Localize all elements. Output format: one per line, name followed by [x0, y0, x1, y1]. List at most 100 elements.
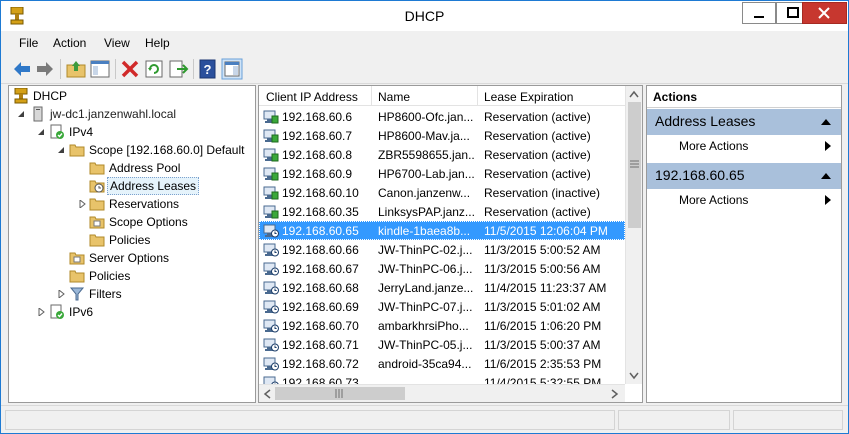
cell-name: JerryLand.janze... — [378, 281, 474, 295]
back-arrow-icon[interactable] — [11, 58, 33, 80]
lease-icon — [263, 262, 279, 276]
submenu-arrow-icon — [825, 141, 831, 151]
folder-options-icon — [69, 252, 85, 265]
more-actions-address-leases[interactable]: More Actions — [647, 136, 841, 156]
toolbar: ? — [1, 54, 848, 84]
menu-file[interactable]: File — [19, 36, 38, 50]
collapsed-arrow-icon[interactable] — [79, 200, 86, 208]
title-bar: DHCP — [1, 1, 848, 31]
focus-rectangle — [259, 221, 625, 240]
tree-item-address-pool[interactable]: Address Pool — [13, 159, 253, 177]
vertical-scrollbar[interactable] — [625, 86, 642, 384]
table-row[interactable]: 192.168.60.65 kindle-1baea8b... 11/5/2015 … — [259, 221, 625, 240]
folder-options-icon — [89, 216, 105, 229]
column-divider[interactable] — [477, 86, 478, 106]
scroll-right-icon[interactable] — [611, 389, 619, 399]
close-icon — [818, 7, 830, 19]
toolbar-separator — [60, 59, 61, 79]
refresh-icon[interactable] — [143, 58, 165, 80]
collapse-section-icon[interactable] — [821, 173, 831, 179]
cell-lease-expiration: 11/3/2015 5:00:52 AM — [484, 243, 601, 257]
menu-view[interactable]: View — [104, 36, 130, 50]
window-title: DHCP — [404, 8, 445, 24]
cell-client-ip: 192.168.60.7 — [282, 129, 353, 143]
cell-lease-expiration: 11/6/2015 2:35:53 PM — [484, 357, 602, 371]
tree-item-address-leases[interactable]: Address Leases — [13, 177, 253, 195]
menu-action[interactable]: Action — [53, 36, 86, 50]
tree-item-policies[interactable]: Policies — [13, 267, 253, 285]
submenu-arrow-icon — [825, 195, 831, 205]
expanded-arrow-icon[interactable] — [38, 128, 45, 136]
collapsed-arrow-icon[interactable] — [58, 290, 65, 298]
tree-item-ipv4[interactable]: IPv4 — [13, 123, 253, 141]
expanded-arrow-icon[interactable] — [18, 110, 25, 118]
scroll-up-icon[interactable] — [629, 90, 639, 98]
column-name[interactable]: Name — [378, 90, 410, 104]
status-cell — [618, 410, 730, 430]
horizontal-scrollbar[interactable] — [259, 384, 625, 402]
tree-item-scope-options[interactable]: Scope Options — [13, 213, 253, 231]
help-icon[interactable]: ? — [197, 58, 219, 80]
column-divider[interactable] — [371, 86, 372, 106]
column-lease-expiration[interactable]: Lease Expiration — [484, 90, 573, 104]
tree-item-server[interactable]: jw-dc1.janzenwahl.local — [13, 105, 253, 123]
scroll-down-icon[interactable] — [629, 372, 639, 380]
delete-icon[interactable] — [119, 58, 141, 80]
cell-name: JW-ThinPC-06.j... — [378, 262, 473, 276]
up-folder-icon[interactable] — [65, 58, 87, 80]
actions-section-selected-lease[interactable]: 192.168.60.65 — [647, 163, 841, 189]
lease-list: Client IP Address Name Lease Expiration … — [258, 85, 643, 403]
tree-item-reservations[interactable]: Reservations — [13, 195, 253, 213]
table-row[interactable]: 192.168.60.68 JerryLand.janze... 11/4/2015… — [259, 278, 625, 297]
actions-section-address-leases[interactable]: Address Leases — [647, 109, 841, 135]
lease-icon — [263, 243, 279, 257]
tree-label: Policies — [89, 269, 131, 283]
expanded-arrow-icon[interactable] — [58, 146, 65, 154]
scroll-left-icon[interactable] — [263, 389, 271, 399]
tree-item-scope[interactable]: Scope [192.168.60.0] Default — [13, 141, 253, 159]
tree-item-filters[interactable]: Filters — [13, 285, 253, 303]
horizontal-scroll-thumb[interactable] — [275, 387, 405, 400]
close-button[interactable] — [802, 2, 847, 24]
forward-arrow-icon[interactable] — [34, 58, 56, 80]
lease-icon — [263, 338, 279, 352]
tree-item-server-options[interactable]: Server Options — [13, 249, 253, 267]
reservation-icon — [263, 186, 279, 200]
table-row[interactable]: 192.168.60.35 LinksysPAP.janz... Reservati… — [259, 202, 625, 221]
table-row[interactable]: 192.168.60.9 HP6700-Lab.jan... Reservation… — [259, 164, 625, 183]
table-row[interactable]: 192.168.60.72 android-35ca94... 11/6/2015 … — [259, 354, 625, 373]
tree-item-dhcp[interactable]: DHCP — [13, 87, 253, 105]
table-row[interactable]: 192.168.60.10 Canon.janzenw... Reservation… — [259, 183, 625, 202]
actions-pane: Actions Address Leases More Actions 192.… — [646, 85, 842, 403]
export-list-icon[interactable] — [167, 58, 189, 80]
cell-lease-expiration: Reservation (active) — [484, 110, 591, 124]
column-client-ip[interactable]: Client IP Address — [266, 90, 358, 104]
cell-name: ambarkhrsiPho... — [378, 319, 469, 333]
show-hide-action-pane-icon[interactable] — [221, 58, 243, 80]
table-row[interactable]: 192.168.60.6 HP8600-Ofc.jan... Reservation… — [259, 107, 625, 126]
minimize-button[interactable] — [742, 2, 776, 24]
table-row[interactable]: 192.168.60.70 ambarkhrsiPho... 11/6/2015 1… — [259, 316, 625, 335]
table-row[interactable]: 192.168.60.69 JW-ThinPC-07.j... 11/3/2015 … — [259, 297, 625, 316]
actions-section-label: Address Leases — [655, 113, 756, 129]
table-row[interactable]: 192.168.60.71 JW-ThinPC-05.j... 11/3/2015 … — [259, 335, 625, 354]
vertical-scroll-thumb[interactable] — [628, 102, 641, 228]
table-row[interactable]: 192.168.60.8 ZBR5598655.jan... Reservation… — [259, 145, 625, 164]
cell-name: Canon.janzenw... — [378, 186, 471, 200]
tree-label: Address Leases — [107, 177, 200, 195]
tree-label: Reservations — [109, 197, 180, 211]
table-row[interactable]: 192.168.60.67 JW-ThinPC-06.j... 11/3/2015 … — [259, 259, 625, 278]
table-row[interactable]: 192.168.60.7 HP8600-Mav.ja... Reservation … — [259, 126, 625, 145]
collapsed-arrow-icon[interactable] — [38, 308, 45, 316]
collapse-section-icon[interactable] — [821, 119, 831, 125]
table-row[interactable]: 192.168.60.66 JW-ThinPC-02.j... 11/3/2015 … — [259, 240, 625, 259]
tree-item-ipv6[interactable]: IPv6 — [13, 303, 253, 321]
show-hide-console-tree-icon[interactable] — [89, 58, 111, 80]
menu-help[interactable]: Help — [145, 36, 170, 50]
more-actions-selected-lease[interactable]: More Actions — [647, 190, 841, 210]
folder-icon — [69, 270, 85, 283]
tree-item-scope-policies[interactable]: Policies — [13, 231, 253, 249]
tree-label: Server Options — [89, 251, 170, 265]
folder-clock-icon — [89, 180, 105, 193]
cell-lease-expiration: Reservation (active) — [484, 167, 591, 181]
